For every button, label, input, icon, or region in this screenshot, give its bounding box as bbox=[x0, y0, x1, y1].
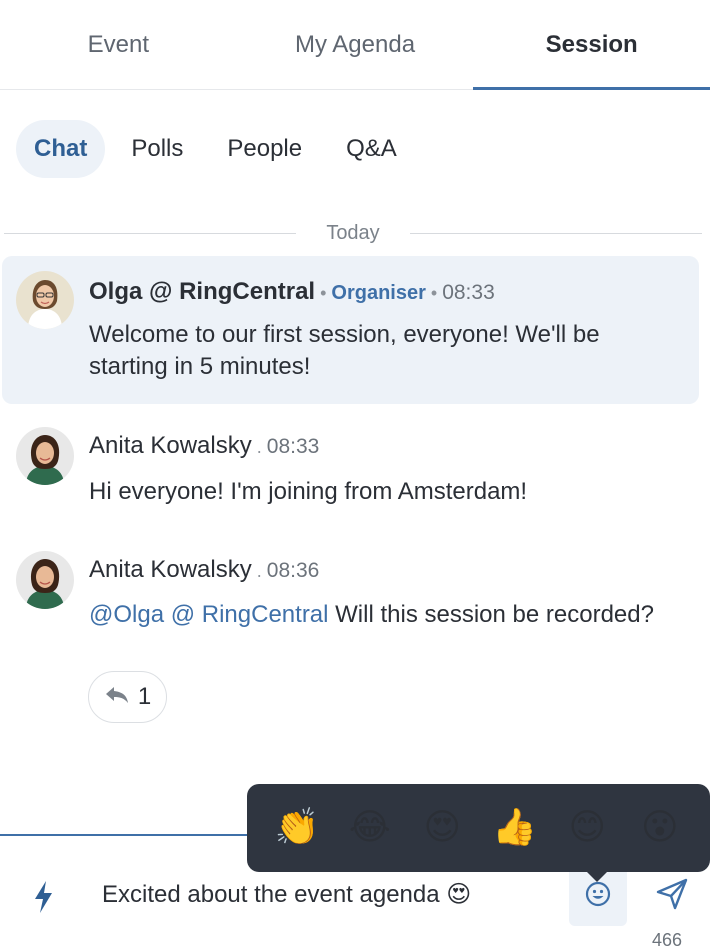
tab-qa[interactable]: Q&A bbox=[328, 120, 415, 178]
message-text: Hi everyone! I'm joining from Amsterdam! bbox=[89, 478, 528, 505]
divider-line bbox=[4, 232, 296, 234]
separator-dot: . bbox=[256, 561, 262, 581]
message-header: Anita Kowalsky . 08:33 bbox=[89, 432, 319, 460]
character-counter: 466 bbox=[652, 930, 683, 950]
smiley-icon bbox=[585, 881, 611, 912]
chat-message: Olga @ RingCentral • Organiser • 08:33 W… bbox=[2, 256, 699, 404]
emoji-heart-eyes[interactable]: 😍 bbox=[415, 808, 469, 848]
avatar[interactable] bbox=[16, 551, 74, 609]
emoji-joy[interactable]: 😂 bbox=[343, 808, 397, 848]
send-icon bbox=[655, 877, 689, 916]
tab-session[interactable]: Session bbox=[473, 0, 710, 90]
reply-count: 1 bbox=[137, 683, 152, 710]
message-text: Welcome to our first session, everyone! … bbox=[89, 321, 600, 380]
message-header: Anita Kowalsky . 08:36 bbox=[89, 556, 319, 584]
user-mention[interactable]: @Olga @ RingCentral bbox=[89, 601, 328, 628]
message-author[interactable]: Olga @ RingCentral bbox=[89, 278, 315, 306]
tab-event[interactable]: Event bbox=[0, 0, 237, 89]
bolt-icon[interactable] bbox=[30, 880, 58, 914]
tab-people[interactable]: People bbox=[209, 120, 320, 178]
emoji-surprised[interactable]: 😮 bbox=[633, 808, 687, 848]
tab-chat[interactable]: Chat bbox=[16, 120, 106, 178]
organiser-badge: Organiser bbox=[331, 282, 426, 304]
separator-dot: • bbox=[430, 283, 438, 303]
message-time: 08:36 bbox=[266, 559, 320, 582]
date-divider: Today bbox=[0, 218, 710, 248]
tab-my-agenda[interactable]: My Agenda bbox=[237, 0, 474, 89]
message-author[interactable]: Anita Kowalsky bbox=[89, 556, 252, 584]
avatar[interactable] bbox=[16, 271, 74, 329]
tab-polls[interactable]: Polls bbox=[113, 120, 201, 178]
chat-message: Anita Kowalsky . 08:33 Hi everyone! I'm … bbox=[2, 420, 699, 520]
message-time: 08:33 bbox=[442, 281, 495, 304]
reply-count-button[interactable]: 1 bbox=[88, 671, 167, 723]
separator-dot: • bbox=[320, 283, 327, 303]
message-text: @Olga @ RingCentral Will this session be… bbox=[89, 599, 679, 631]
reply-arrow-icon bbox=[104, 685, 130, 710]
session-sub-tabs: Chat Polls People Q&A bbox=[16, 120, 415, 178]
divider-line bbox=[410, 232, 702, 234]
message-input[interactable]: Excited about the event agenda 😍 bbox=[102, 880, 471, 909]
separator-dot: . bbox=[256, 437, 262, 457]
send-button[interactable] bbox=[652, 876, 692, 916]
date-divider-label: Today bbox=[326, 221, 380, 244]
avatar[interactable] bbox=[16, 427, 74, 485]
message-header: Olga @ RingCentral • Organiser • 08:33 bbox=[89, 278, 495, 306]
emoji-picker-popover: 👏 😂 😍 👍 😊 😮 bbox=[247, 784, 710, 882]
emoji-clap[interactable]: 👏 bbox=[270, 808, 324, 848]
emoji-smile[interactable]: 😊 bbox=[560, 808, 614, 848]
main-tabs: Event My Agenda Session bbox=[0, 0, 710, 90]
message-author[interactable]: Anita Kowalsky bbox=[89, 432, 252, 460]
message-time: 08:33 bbox=[266, 435, 320, 458]
emoji-thumbs-up[interactable]: 👍 bbox=[488, 808, 542, 848]
message-text-content: Will this session be recorded? bbox=[328, 601, 654, 628]
